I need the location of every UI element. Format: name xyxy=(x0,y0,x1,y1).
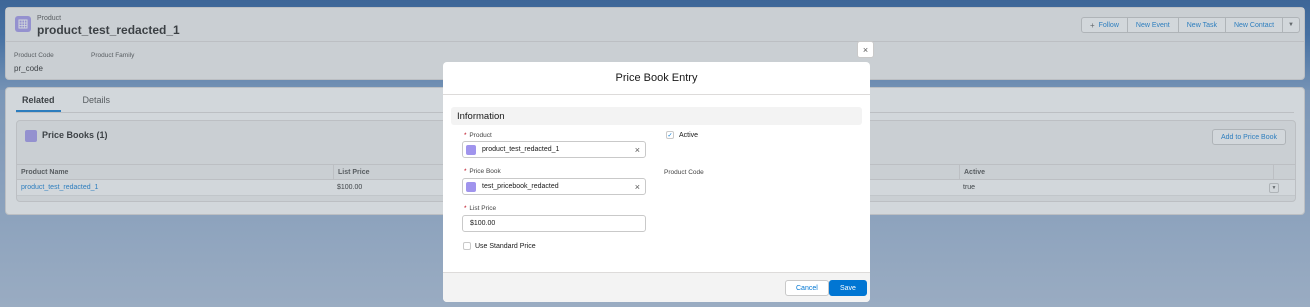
section-information[interactable]: Information xyxy=(451,107,862,125)
clear-icon[interactable]: × xyxy=(635,182,640,192)
product-label: * Product xyxy=(464,132,492,139)
cancel-button[interactable]: Cancel xyxy=(785,280,829,296)
use-standard-price-checkbox[interactable] xyxy=(463,242,471,250)
modal-footer: Cancel Save xyxy=(443,272,870,302)
product-code-label: Product Code xyxy=(664,169,704,176)
save-button[interactable]: Save xyxy=(829,280,867,296)
price-book-label: * Price Book xyxy=(464,168,501,175)
required-mark: * xyxy=(464,168,467,175)
price-book-lookup-value: test_pricebook_redacted xyxy=(482,183,559,190)
use-standard-price-label: Use Standard Price xyxy=(475,243,536,250)
price-book-entry-modal: Price Book Entry Information * Product p… xyxy=(443,62,870,302)
active-checkbox[interactable]: ✓ xyxy=(666,131,674,139)
modal-close-button[interactable]: × xyxy=(857,41,874,58)
active-label: Active xyxy=(679,132,699,139)
list-price-label-text: List Price xyxy=(469,205,497,212)
close-icon: × xyxy=(862,44,869,55)
modal-title: Price Book Entry xyxy=(443,62,870,95)
price-book-icon xyxy=(466,181,476,192)
price-book-label-text: Price Book xyxy=(469,168,501,175)
product-lookup[interactable]: product_test_redacted_1 × xyxy=(462,141,646,158)
product-label-text: Product xyxy=(469,132,492,139)
required-mark: * xyxy=(464,205,467,212)
price-book-lookup[interactable]: test_pricebook_redacted × xyxy=(462,178,646,195)
required-mark: * xyxy=(464,132,467,139)
product-object-icon xyxy=(466,144,476,155)
clear-icon[interactable]: × xyxy=(635,145,640,155)
list-price-input[interactable]: $100.00 xyxy=(462,215,646,232)
product-lookup-value: product_test_redacted_1 xyxy=(482,146,560,153)
list-price-label: * List Price xyxy=(464,205,496,212)
check-icon: ✓ xyxy=(667,132,673,139)
